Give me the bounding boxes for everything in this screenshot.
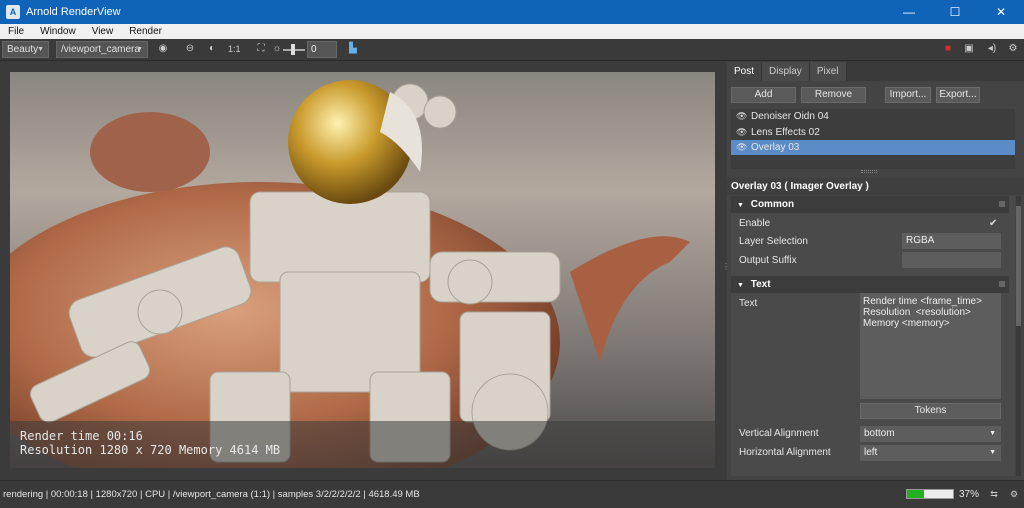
- export-button[interactable]: Export...: [936, 87, 980, 103]
- gear-icon[interactable]: ⚙: [1006, 42, 1020, 56]
- log-icon[interactable]: ⇆: [988, 488, 1000, 500]
- camera-value: /viewport_camera: [61, 44, 140, 55]
- layer-selection-field[interactable]: RGBA: [902, 233, 1001, 249]
- vertical-alignment-select[interactable]: bottom ▼: [860, 426, 1001, 442]
- chevron-down-icon: ▼: [989, 449, 996, 456]
- text-group-title: Text: [750, 279, 771, 290]
- panel-tabs: Post Display Pixel: [727, 62, 1024, 81]
- text-group-header[interactable]: ▼ Text: [731, 276, 1009, 293]
- status-bar: rendering | 00:00:18 | 1280x720 | CPU | …: [0, 480, 1024, 508]
- minimize-button[interactable]: —: [886, 0, 932, 24]
- menu-bar: File Window View Render: [0, 24, 1024, 39]
- list-item-selected[interactable]: 👁 Overlay 03: [731, 140, 1015, 155]
- eye-icon[interactable]: 👁: [736, 109, 747, 124]
- eye-icon[interactable]: 👁: [736, 140, 747, 155]
- import-button[interactable]: Import...: [885, 87, 931, 103]
- aov-dropdown[interactable]: Beauty ▼: [2, 41, 49, 58]
- triangle-down-icon: ▼: [737, 282, 744, 289]
- imager-list: 👁 Denoiser Oidn 04 👁 Lens Effects 02 👁 O…: [731, 109, 1015, 169]
- scrollbar-thumb[interactable]: [1016, 206, 1021, 326]
- menu-view[interactable]: View: [84, 26, 122, 37]
- imager-properties: ▼ Common Enable ✔ Layer Selection RGBA O…: [731, 196, 1015, 476]
- menu-window[interactable]: Window: [32, 26, 84, 37]
- rendered-scene-image: [10, 72, 715, 468]
- imager-section-title: Overlay 03 ( Imager Overlay ): [727, 178, 1024, 195]
- app-icon: A: [6, 5, 20, 19]
- imager-name: Denoiser Oidn 04: [751, 111, 829, 122]
- enable-label: Enable: [739, 218, 771, 229]
- camera-dropdown[interactable]: /viewport_camera ▼: [56, 41, 148, 58]
- chevron-down-icon: ▼: [37, 46, 44, 53]
- panel-splitter[interactable]: ⋮: [722, 262, 730, 278]
- exposure-slider-handle[interactable]: [291, 44, 295, 55]
- contrast-icon[interactable]: ◐: [205, 42, 219, 56]
- pin-icon[interactable]: [999, 201, 1005, 207]
- output-suffix-field[interactable]: [902, 252, 1001, 268]
- vertical-alignment-label: Vertical Alignment: [739, 428, 819, 439]
- gear-icon[interactable]: ⚙: [1008, 488, 1020, 500]
- tab-display[interactable]: Display: [762, 62, 810, 81]
- snapshot-icon[interactable]: ▣: [962, 42, 976, 56]
- toolbar: Beauty ▼ /viewport_camera ▼ ◉ ⊖ ◐ 1:1 ⛶ …: [0, 39, 1024, 61]
- add-imager-button[interactable]: Add: [731, 87, 796, 103]
- common-group-header[interactable]: ▼ Common: [731, 196, 1009, 213]
- aov-value: Beauty: [7, 44, 39, 55]
- chevron-down-icon: ▼: [136, 46, 143, 53]
- title-bar: A Arnold RenderView — ☐ ✕: [0, 0, 1024, 24]
- exposure-input[interactable]: 0: [307, 41, 337, 58]
- horizontal-alignment-label: Horizontal Alignment: [739, 447, 831, 458]
- progress-percent: 37%: [959, 489, 980, 500]
- status-text: rendering | 00:00:18 | 1280x720 | CPU | …: [3, 489, 420, 500]
- start-render-icon[interactable]: ◉: [156, 42, 170, 56]
- common-group-title: Common: [750, 199, 795, 210]
- imager-name: Overlay 03: [751, 142, 800, 153]
- stop-render-icon[interactable]: ■: [941, 42, 955, 56]
- menu-file[interactable]: File: [0, 26, 32, 37]
- window-title: Arnold RenderView: [26, 6, 121, 18]
- triangle-down-icon: ▼: [737, 202, 744, 209]
- render-viewport[interactable]: Render time 00:16 Resolution 1280 x 720 …: [0, 62, 722, 480]
- render-image: Render time 00:16 Resolution 1280 x 720 …: [10, 72, 715, 468]
- color-picker-icon[interactable]: ▙: [346, 42, 360, 56]
- list-item[interactable]: 👁 Denoiser Oidn 04: [731, 109, 1015, 124]
- text-label: Text: [739, 298, 758, 309]
- ratio-1-1-button[interactable]: 1:1: [228, 42, 241, 56]
- render-overlay-text: Render time 00:16 Resolution 1280 x 720 …: [10, 421, 715, 468]
- horizontal-alignment-select[interactable]: left ▼: [860, 445, 1001, 461]
- speaker-icon[interactable]: ◂): [985, 42, 999, 56]
- menu-render[interactable]: Render: [121, 26, 170, 37]
- vertical-alignment-value: bottom: [864, 428, 895, 439]
- crop-region-icon[interactable]: ⊖: [183, 42, 197, 56]
- pin-icon[interactable]: [999, 281, 1005, 287]
- overlay-line-render-time: Render time 00:16: [20, 429, 143, 443]
- imager-name: Lens Effects 02: [751, 127, 820, 138]
- layer-selection-label: Layer Selection: [739, 236, 808, 247]
- overlay-text-area[interactable]: Render time <frame_time> Resolution <res…: [860, 293, 1001, 399]
- exposure-icon: ☼: [272, 43, 282, 54]
- remove-imager-button[interactable]: Remove: [801, 87, 866, 103]
- fit-frame-icon[interactable]: ⛶: [254, 42, 268, 56]
- eye-icon[interactable]: 👁: [736, 125, 747, 140]
- enable-checkbox[interactable]: ✔: [989, 219, 999, 229]
- tab-pixel[interactable]: Pixel: [809, 62, 847, 81]
- tokens-button[interactable]: Tokens: [860, 403, 1001, 419]
- close-button[interactable]: ✕: [978, 0, 1024, 24]
- progress-fill: [907, 490, 925, 498]
- maximize-button[interactable]: ☐: [932, 0, 978, 24]
- output-suffix-label: Output Suffix: [739, 255, 797, 266]
- list-resize-grip[interactable]: [861, 170, 877, 173]
- render-progress-bar: [906, 489, 954, 499]
- properties-scrollbar[interactable]: [1016, 196, 1021, 476]
- overlay-line-resolution: Resolution 1280 x 720 Memory 4614 MB: [20, 443, 281, 457]
- list-item[interactable]: 👁 Lens Effects 02: [731, 125, 1015, 140]
- post-panel: Post Display Pixel Add Remove Import... …: [727, 62, 1024, 480]
- tab-post[interactable]: Post: [727, 62, 763, 81]
- chevron-down-icon: ▼: [989, 430, 996, 437]
- horizontal-alignment-value: left: [864, 447, 878, 458]
